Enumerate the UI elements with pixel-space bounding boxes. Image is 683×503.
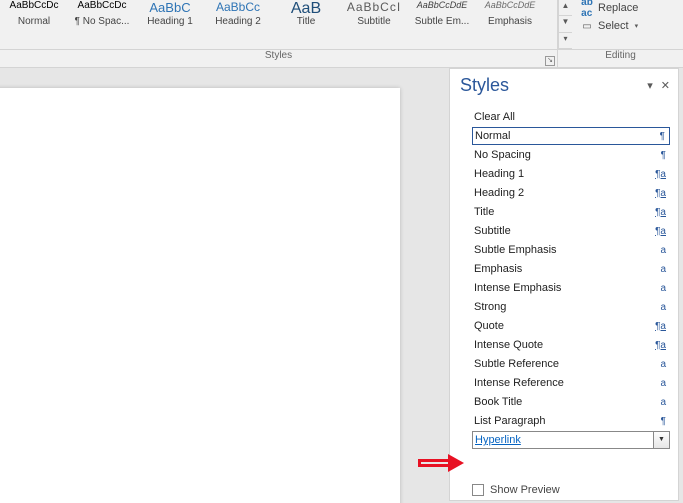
gallery-scroll: ▲ ▼ ▾ bbox=[558, 0, 572, 49]
replace-button[interactable]: abac Replace bbox=[578, 0, 676, 16]
close-icon[interactable]: ✕ bbox=[661, 79, 670, 92]
replace-label: Replace bbox=[598, 2, 638, 14]
style-gallery-item[interactable]: AaBbCcDdE Emphasis bbox=[476, 0, 544, 27]
editing-group-label: Editing bbox=[558, 50, 683, 67]
select-button[interactable]: ▭ Select ▾ bbox=[578, 18, 676, 34]
clear-all-button[interactable]: Clear All bbox=[472, 108, 670, 126]
style-preview: AaBbCcI bbox=[340, 0, 408, 14]
style-list-item[interactable]: Quote¶a bbox=[472, 317, 670, 335]
checkbox-box bbox=[472, 484, 484, 496]
select-icon: ▭ bbox=[580, 19, 594, 33]
style-preview: AaBbCcDc bbox=[0, 0, 68, 14]
style-name: Title bbox=[474, 206, 494, 218]
style-name: Subtle Emphasis bbox=[474, 244, 557, 256]
style-gallery-item[interactable]: AaBbCcDc ¶ No Spac... bbox=[68, 0, 136, 27]
style-preview: AaBbCcDdE bbox=[408, 0, 476, 14]
styles-gallery: AaBbCcDc NormalAaBbCcDc ¶ No Spac...AaBb… bbox=[0, 0, 558, 49]
style-preview: AaB bbox=[272, 0, 340, 14]
gallery-up-icon[interactable]: ▲ bbox=[559, 0, 572, 16]
styles-group-label: Styles ↘ bbox=[0, 50, 558, 67]
styles-launcher-icon[interactable]: ↘ bbox=[545, 56, 555, 66]
pane-footer: Show Preview bbox=[450, 478, 678, 500]
style-list-item[interactable]: Subtitle¶a bbox=[472, 222, 670, 240]
style-list-item[interactable]: Subtle Referencea bbox=[472, 355, 670, 373]
style-gallery-item[interactable]: AaBbCcI Subtitle bbox=[340, 0, 408, 27]
style-list-item[interactable]: Intense Quote¶a bbox=[472, 336, 670, 354]
style-list: Clear All Normal¶No Spacing¶Heading 1¶aH… bbox=[450, 106, 678, 478]
style-gallery-item[interactable]: AaBbCc Heading 2 bbox=[204, 0, 272, 27]
style-list-item-hyperlink[interactable]: Hyperlink ▼ bbox=[472, 431, 670, 449]
style-name: Heading 2 bbox=[474, 187, 524, 199]
gallery-down-icon[interactable]: ▼ bbox=[559, 16, 572, 32]
style-list-item[interactable]: Heading 2¶a bbox=[472, 184, 670, 202]
gallery-more-icon[interactable]: ▾ bbox=[559, 33, 572, 49]
style-preview: AaBbCc bbox=[204, 0, 272, 14]
show-preview-label: Show Preview bbox=[490, 484, 560, 496]
style-name: List Paragraph bbox=[474, 415, 546, 427]
style-gallery-item[interactable]: AaBbCcDc Normal bbox=[0, 0, 68, 27]
style-name: Subtle Reference bbox=[474, 358, 559, 370]
style-gallery-label: ¶ No Spac... bbox=[68, 16, 136, 27]
style-name: Emphasis bbox=[474, 263, 522, 275]
style-list-item[interactable]: Stronga bbox=[472, 298, 670, 316]
style-name: Intense Reference bbox=[474, 377, 564, 389]
style-list-item[interactable]: List Paragraph¶ bbox=[472, 412, 670, 430]
style-name: No Spacing bbox=[474, 149, 531, 161]
style-gallery-item[interactable]: AaBbCcDdE Subtle Em... bbox=[408, 0, 476, 27]
style-list-item[interactable]: Intense Emphasisa bbox=[472, 279, 670, 297]
select-label: Select bbox=[598, 20, 629, 32]
style-gallery-label: Title bbox=[272, 16, 340, 27]
style-gallery-label: Normal bbox=[0, 16, 68, 27]
style-list-item[interactable]: No Spacing¶ bbox=[472, 146, 670, 164]
style-list-item[interactable]: Book Titlea bbox=[472, 393, 670, 411]
style-name: Quote bbox=[474, 320, 504, 332]
style-name: Subtitle bbox=[474, 225, 511, 237]
style-list-item[interactable]: Title¶a bbox=[472, 203, 670, 221]
style-gallery-label: Heading 1 bbox=[136, 16, 204, 27]
styles-pane: Styles ▾ ✕ Clear All Normal¶No Spacing¶H… bbox=[449, 68, 679, 501]
style-gallery-item[interactable]: AaB Title bbox=[272, 0, 340, 27]
style-dropdown-button[interactable]: ▼ bbox=[653, 432, 669, 448]
style-gallery-item[interactable]: AaBbC Heading 1 bbox=[136, 0, 204, 27]
style-preview: AaBbC bbox=[136, 0, 204, 14]
ribbon-group-labels: Styles ↘ Editing bbox=[0, 50, 683, 68]
style-gallery-label: Emphasis bbox=[476, 16, 544, 27]
style-name: Intense Quote bbox=[474, 339, 543, 351]
style-name: Hyperlink bbox=[475, 434, 521, 446]
style-name: Intense Emphasis bbox=[474, 282, 561, 294]
ribbon: AaBbCcDc NormalAaBbCcDc ¶ No Spac...AaBb… bbox=[0, 0, 683, 50]
pane-options-icon[interactable]: ▾ bbox=[647, 79, 653, 92]
style-list-item[interactable]: Normal¶ bbox=[472, 127, 670, 145]
style-name: Normal bbox=[475, 130, 510, 142]
style-preview: AaBbCcDdE bbox=[476, 0, 544, 14]
editing-group: abac Replace ▭ Select ▾ bbox=[572, 0, 682, 49]
pane-header: Styles ▾ ✕ bbox=[450, 69, 678, 106]
style-gallery-label: Subtle Em... bbox=[408, 16, 476, 27]
pane-title: Styles bbox=[460, 75, 509, 96]
style-name: Book Title bbox=[474, 396, 522, 408]
style-list-item[interactable]: Subtle Emphasisa bbox=[472, 241, 670, 259]
chevron-down-icon: ▾ bbox=[635, 22, 639, 30]
style-name: Heading 1 bbox=[474, 168, 524, 180]
style-name: Strong bbox=[474, 301, 506, 313]
style-gallery-label: Subtitle bbox=[340, 16, 408, 27]
style-list-item[interactable]: Emphasisa bbox=[472, 260, 670, 278]
style-preview: AaBbCcDc bbox=[68, 0, 136, 14]
style-list-item[interactable]: Intense Referencea bbox=[472, 374, 670, 392]
show-preview-checkbox[interactable]: Show Preview bbox=[472, 484, 670, 496]
style-gallery-label: Heading 2 bbox=[204, 16, 272, 27]
document-page[interactable] bbox=[0, 88, 400, 503]
style-list-item[interactable]: Heading 1¶a bbox=[472, 165, 670, 183]
replace-icon: abac bbox=[580, 1, 594, 15]
